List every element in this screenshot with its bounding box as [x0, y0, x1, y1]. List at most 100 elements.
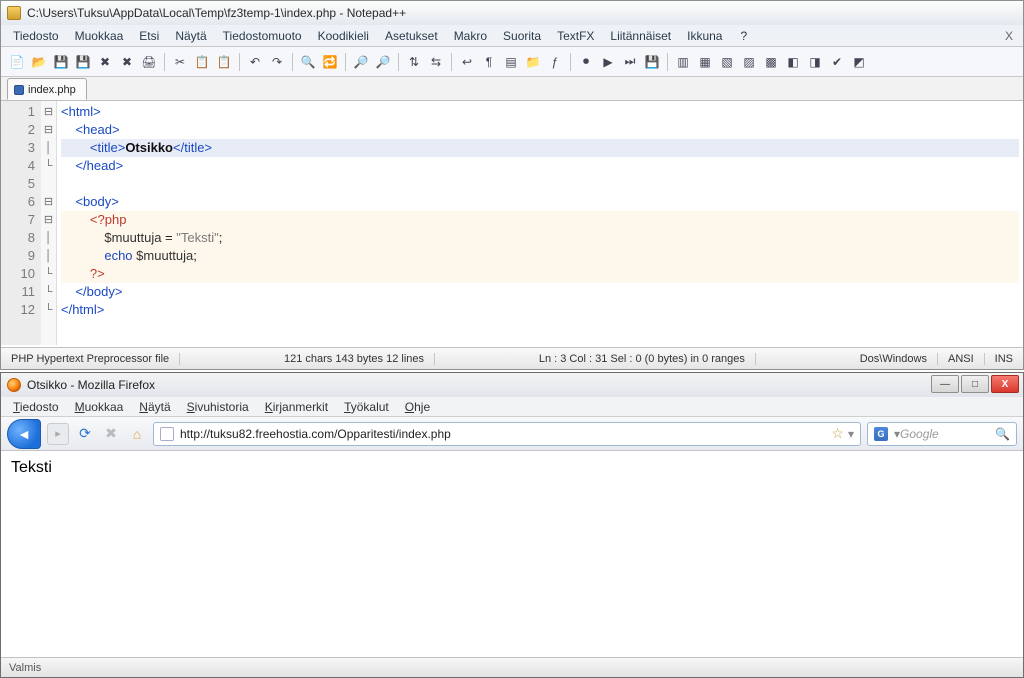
cut-icon[interactable]: ✂: [170, 52, 190, 72]
lineno: 1: [7, 103, 35, 121]
file-icon: [14, 85, 24, 95]
all-chars-icon[interactable]: ¶: [479, 52, 499, 72]
toolbar-extra-icon[interactable]: ◧: [783, 52, 803, 72]
toolbar-extra-icon[interactable]: ▧: [717, 52, 737, 72]
menu-help[interactable]: ?: [732, 26, 755, 46]
code-token: ;: [219, 230, 223, 245]
status-position: Ln : 3 Col : 31 Sel : 0 (0 bytes) in 0 r…: [529, 353, 756, 365]
url-dropdown-icon[interactable]: ▾: [848, 427, 854, 441]
menu-file[interactable]: Tiedosto: [5, 26, 67, 46]
replace-icon[interactable]: 🔁: [320, 52, 340, 72]
menu-plugins[interactable]: Liitännäiset: [602, 26, 679, 46]
code-token: <body>: [61, 194, 119, 209]
play-macro-icon[interactable]: ▶: [598, 52, 618, 72]
save-macro-icon[interactable]: 💾: [642, 52, 662, 72]
copy-icon[interactable]: 📋: [192, 52, 212, 72]
menu-macro[interactable]: Makro: [446, 26, 495, 46]
run-multi-icon[interactable]: ⏭: [620, 52, 640, 72]
sync-h-icon[interactable]: ⇆: [426, 52, 446, 72]
spellcheck-icon[interactable]: ✔: [827, 52, 847, 72]
undo-icon[interactable]: ↶: [245, 52, 265, 72]
menu-closeX[interactable]: X: [999, 29, 1019, 43]
menu-format[interactable]: Tiedostomuoto: [215, 26, 310, 46]
ff-menubar: TTiedostoiedosto Muokkaa Näytä Sivuhisto…: [1, 397, 1023, 417]
page-body-text: Teksti: [11, 459, 52, 476]
maximize-button[interactable]: □: [961, 375, 989, 393]
back-button[interactable]: ◄: [7, 419, 41, 449]
status-length: 121 chars 143 bytes 12 lines: [274, 353, 435, 365]
menu-settings[interactable]: Asetukset: [377, 26, 446, 46]
close-all-icon[interactable]: ✖: [117, 52, 137, 72]
wordwrap-icon[interactable]: ↩: [457, 52, 477, 72]
search-box[interactable]: G ▾ Google 🔍: [867, 422, 1017, 446]
ff-menu-bookmarks[interactable]: Kirjanmerkit: [257, 398, 336, 416]
indent-guide-icon[interactable]: ▤: [501, 52, 521, 72]
code-token: [61, 212, 90, 227]
toolbar-extra-icon[interactable]: ▩: [761, 52, 781, 72]
lineno: 5: [7, 175, 35, 193]
lineno: 3: [7, 139, 35, 157]
save-icon[interactable]: 💾: [51, 52, 71, 72]
ff-menu-file[interactable]: TTiedostoiedosto: [5, 398, 67, 416]
record-macro-icon[interactable]: ⏺: [576, 52, 596, 72]
new-file-icon[interactable]: 📄: [7, 52, 27, 72]
lineno: 4: [7, 157, 35, 175]
forward-button[interactable]: ▸: [47, 423, 69, 445]
toolbar-extra-icon[interactable]: ▦: [695, 52, 715, 72]
toolbar-separator: [164, 53, 165, 71]
open-file-icon[interactable]: 📂: [29, 52, 49, 72]
sync-v-icon[interactable]: ⇅: [404, 52, 424, 72]
stop-icon[interactable]: ✖: [101, 424, 121, 444]
menu-view[interactable]: Näytä: [167, 26, 214, 46]
function-list-icon[interactable]: ƒ: [545, 52, 565, 72]
save-all-icon[interactable]: 💾: [73, 52, 93, 72]
code-token: =: [161, 230, 176, 245]
close-icon[interactable]: ✖: [95, 52, 115, 72]
toolbar-extra-icon[interactable]: ◨: [805, 52, 825, 72]
minimize-button[interactable]: —: [931, 375, 959, 393]
menu-textfx[interactable]: TextFX: [549, 26, 602, 46]
lineno: 2: [7, 121, 35, 139]
menu-run[interactable]: Suorita: [495, 26, 549, 46]
bookmark-star-icon[interactable]: ☆: [831, 425, 844, 442]
zoom-in-icon[interactable]: 🔎: [351, 52, 371, 72]
toolbar-separator: [398, 53, 399, 71]
search-icon[interactable]: 🔍: [995, 427, 1010, 441]
code-token: </head>: [61, 158, 123, 173]
ff-menu-tools[interactable]: Työkalut: [336, 398, 397, 416]
paste-icon[interactable]: 📋: [214, 52, 234, 72]
close-button[interactable]: X: [991, 375, 1019, 393]
ff-menu-help[interactable]: Ohje: [397, 398, 438, 416]
menu-search[interactable]: Etsi: [131, 26, 167, 46]
ff-menu-history[interactable]: Sivuhistoria: [179, 398, 257, 416]
folder-icon[interactable]: 📁: [523, 52, 543, 72]
toolbar-extra-icon[interactable]: ▨: [739, 52, 759, 72]
menu-edit[interactable]: Muokkaa: [67, 26, 132, 46]
lineno: 7: [7, 211, 35, 229]
firefox-window: Otsikko - Mozilla Firefox — □ X TTiedost…: [0, 372, 1024, 678]
editor-area[interactable]: 1 2 3 4 5 6 7 8 9 10 11 12 ⊟⊟│└ ⊟⊟││└└└ …: [1, 101, 1023, 345]
home-icon[interactable]: ⌂: [127, 424, 147, 444]
status-language: PHP Hypertext Preprocessor file: [1, 353, 180, 365]
toolbar-extra-icon[interactable]: ◩: [849, 52, 869, 72]
ff-title-text: Otsikko - Mozilla Firefox: [27, 378, 155, 392]
url-bar[interactable]: http://tuksu82.freehostia.com/Opparitest…: [153, 422, 861, 446]
ff-menu-view[interactable]: Näytä: [131, 398, 178, 416]
toolbar-extra-icon[interactable]: ▥: [673, 52, 693, 72]
print-icon[interactable]: 🖨: [139, 52, 159, 72]
fold-gutter[interactable]: ⊟⊟│└ ⊟⊟││└└└: [41, 101, 57, 345]
code-token: echo: [104, 248, 132, 263]
code-editor[interactable]: <html> <head> <title>Otsikko</title> </h…: [57, 101, 1023, 345]
ff-titlebar[interactable]: Otsikko - Mozilla Firefox — □ X: [1, 373, 1023, 397]
menu-window[interactable]: Ikkuna: [679, 26, 730, 46]
ff-menu-edit[interactable]: Muokkaa: [67, 398, 132, 416]
url-text: http://tuksu82.freehostia.com/Opparitest…: [180, 427, 451, 441]
zoom-out-icon[interactable]: 🔎: [373, 52, 393, 72]
find-icon[interactable]: 🔍: [298, 52, 318, 72]
npp-titlebar[interactable]: C:\Users\Tuksu\AppData\Local\Temp\fz3tem…: [1, 1, 1023, 25]
reload-icon[interactable]: ⟳: [75, 424, 95, 444]
menu-language[interactable]: Koodikieli: [310, 26, 377, 46]
code-token: [61, 248, 104, 263]
tab-index-php[interactable]: index.php: [7, 78, 87, 100]
redo-icon[interactable]: ↷: [267, 52, 287, 72]
